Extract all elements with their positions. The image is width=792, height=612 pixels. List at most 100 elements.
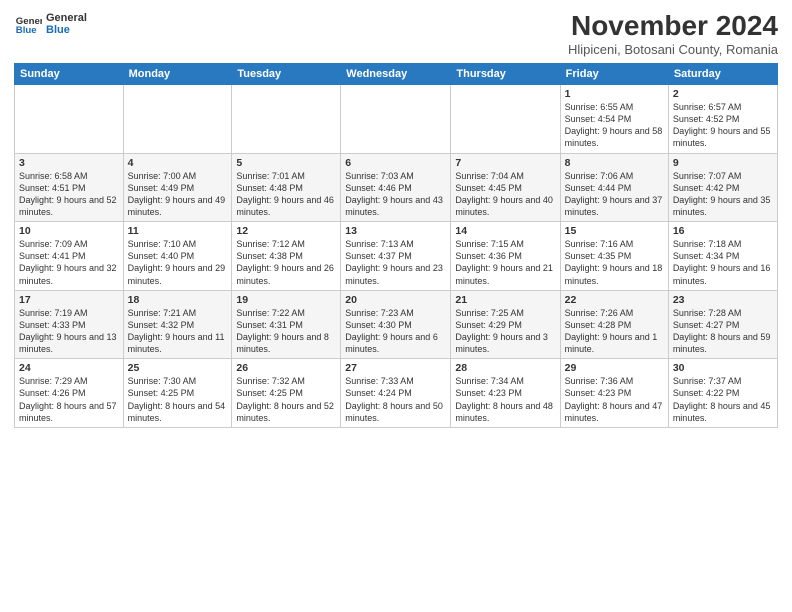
svg-text:Blue: Blue	[16, 25, 37, 36]
table-row: 23Sunrise: 7:28 AM Sunset: 4:27 PM Dayli…	[668, 290, 777, 359]
day-info: Sunrise: 6:58 AM Sunset: 4:51 PM Dayligh…	[19, 170, 119, 219]
day-number: 1	[565, 88, 664, 100]
day-info: Sunrise: 7:29 AM Sunset: 4:26 PM Dayligh…	[19, 375, 119, 424]
day-number: 4	[128, 157, 228, 169]
day-number: 18	[128, 294, 228, 306]
table-row: 7Sunrise: 7:04 AM Sunset: 4:45 PM Daylig…	[451, 153, 560, 222]
day-info: Sunrise: 7:15 AM Sunset: 4:36 PM Dayligh…	[455, 238, 555, 287]
day-number: 8	[565, 157, 664, 169]
table-row: 8Sunrise: 7:06 AM Sunset: 4:44 PM Daylig…	[560, 153, 668, 222]
day-info: Sunrise: 7:18 AM Sunset: 4:34 PM Dayligh…	[673, 238, 773, 287]
day-info: Sunrise: 7:23 AM Sunset: 4:30 PM Dayligh…	[345, 307, 446, 356]
day-info: Sunrise: 7:16 AM Sunset: 4:35 PM Dayligh…	[565, 238, 664, 287]
day-number: 20	[345, 294, 446, 306]
col-monday: Monday	[123, 64, 232, 85]
day-number: 7	[455, 157, 555, 169]
day-info: Sunrise: 7:36 AM Sunset: 4:23 PM Dayligh…	[565, 375, 664, 424]
day-number: 3	[19, 157, 119, 169]
table-row: 26Sunrise: 7:32 AM Sunset: 4:25 PM Dayli…	[232, 359, 341, 428]
day-number: 14	[455, 225, 555, 237]
table-row: 30Sunrise: 7:37 AM Sunset: 4:22 PM Dayli…	[668, 359, 777, 428]
day-info: Sunrise: 7:10 AM Sunset: 4:40 PM Dayligh…	[128, 238, 228, 287]
day-info: Sunrise: 7:04 AM Sunset: 4:45 PM Dayligh…	[455, 170, 555, 219]
day-info: Sunrise: 6:57 AM Sunset: 4:52 PM Dayligh…	[673, 101, 773, 150]
day-number: 2	[673, 88, 773, 100]
col-saturday: Saturday	[668, 64, 777, 85]
day-number: 24	[19, 362, 119, 374]
day-number: 10	[19, 225, 119, 237]
table-row: 5Sunrise: 7:01 AM Sunset: 4:48 PM Daylig…	[232, 153, 341, 222]
day-number: 28	[455, 362, 555, 374]
calendar-week-row: 1Sunrise: 6:55 AM Sunset: 4:54 PM Daylig…	[15, 85, 778, 154]
table-row: 15Sunrise: 7:16 AM Sunset: 4:35 PM Dayli…	[560, 222, 668, 291]
table-row	[15, 85, 124, 154]
table-row: 21Sunrise: 7:25 AM Sunset: 4:29 PM Dayli…	[451, 290, 560, 359]
table-row: 11Sunrise: 7:10 AM Sunset: 4:40 PM Dayli…	[123, 222, 232, 291]
calendar-week-row: 3Sunrise: 6:58 AM Sunset: 4:51 PM Daylig…	[15, 153, 778, 222]
location-subtitle: Hlipiceni, Botosani County, Romania	[568, 42, 778, 57]
logo-icon: General Blue	[14, 10, 42, 38]
table-row	[341, 85, 451, 154]
table-row: 10Sunrise: 7:09 AM Sunset: 4:41 PM Dayli…	[15, 222, 124, 291]
day-number: 16	[673, 225, 773, 237]
day-info: Sunrise: 7:26 AM Sunset: 4:28 PM Dayligh…	[565, 307, 664, 356]
table-row: 25Sunrise: 7:30 AM Sunset: 4:25 PM Dayli…	[123, 359, 232, 428]
calendar-week-row: 24Sunrise: 7:29 AM Sunset: 4:26 PM Dayli…	[15, 359, 778, 428]
day-number: 23	[673, 294, 773, 306]
logo-general-text: General	[46, 12, 87, 24]
col-friday: Friday	[560, 64, 668, 85]
day-number: 26	[236, 362, 336, 374]
table-row: 28Sunrise: 7:34 AM Sunset: 4:23 PM Dayli…	[451, 359, 560, 428]
day-number: 12	[236, 225, 336, 237]
logo-blue-text: Blue	[46, 24, 87, 36]
table-row: 9Sunrise: 7:07 AM Sunset: 4:42 PM Daylig…	[668, 153, 777, 222]
day-info: Sunrise: 7:19 AM Sunset: 4:33 PM Dayligh…	[19, 307, 119, 356]
table-row: 14Sunrise: 7:15 AM Sunset: 4:36 PM Dayli…	[451, 222, 560, 291]
table-row: 3Sunrise: 6:58 AM Sunset: 4:51 PM Daylig…	[15, 153, 124, 222]
day-info: Sunrise: 7:06 AM Sunset: 4:44 PM Dayligh…	[565, 170, 664, 219]
day-info: Sunrise: 7:07 AM Sunset: 4:42 PM Dayligh…	[673, 170, 773, 219]
table-row: 6Sunrise: 7:03 AM Sunset: 4:46 PM Daylig…	[341, 153, 451, 222]
calendar-week-row: 17Sunrise: 7:19 AM Sunset: 4:33 PM Dayli…	[15, 290, 778, 359]
month-title: November 2024	[568, 10, 778, 42]
day-info: Sunrise: 7:22 AM Sunset: 4:31 PM Dayligh…	[236, 307, 336, 356]
day-info: Sunrise: 7:28 AM Sunset: 4:27 PM Dayligh…	[673, 307, 773, 356]
day-info: Sunrise: 7:01 AM Sunset: 4:48 PM Dayligh…	[236, 170, 336, 219]
page-header: General Blue General Blue November 2024 …	[14, 10, 778, 57]
day-info: Sunrise: 7:13 AM Sunset: 4:37 PM Dayligh…	[345, 238, 446, 287]
table-row	[232, 85, 341, 154]
col-wednesday: Wednesday	[341, 64, 451, 85]
day-number: 30	[673, 362, 773, 374]
day-number: 29	[565, 362, 664, 374]
day-info: Sunrise: 7:21 AM Sunset: 4:32 PM Dayligh…	[128, 307, 228, 356]
col-tuesday: Tuesday	[232, 64, 341, 85]
table-row	[451, 85, 560, 154]
day-info: Sunrise: 7:09 AM Sunset: 4:41 PM Dayligh…	[19, 238, 119, 287]
day-number: 6	[345, 157, 446, 169]
table-row: 1Sunrise: 6:55 AM Sunset: 4:54 PM Daylig…	[560, 85, 668, 154]
table-row: 27Sunrise: 7:33 AM Sunset: 4:24 PM Dayli…	[341, 359, 451, 428]
table-row: 12Sunrise: 7:12 AM Sunset: 4:38 PM Dayli…	[232, 222, 341, 291]
day-info: Sunrise: 7:30 AM Sunset: 4:25 PM Dayligh…	[128, 375, 228, 424]
table-row: 22Sunrise: 7:26 AM Sunset: 4:28 PM Dayli…	[560, 290, 668, 359]
table-row	[123, 85, 232, 154]
day-info: Sunrise: 7:12 AM Sunset: 4:38 PM Dayligh…	[236, 238, 336, 287]
table-row: 24Sunrise: 7:29 AM Sunset: 4:26 PM Dayli…	[15, 359, 124, 428]
col-thursday: Thursday	[451, 64, 560, 85]
day-number: 9	[673, 157, 773, 169]
day-number: 25	[128, 362, 228, 374]
day-number: 22	[565, 294, 664, 306]
day-info: Sunrise: 6:55 AM Sunset: 4:54 PM Dayligh…	[565, 101, 664, 150]
table-row: 13Sunrise: 7:13 AM Sunset: 4:37 PM Dayli…	[341, 222, 451, 291]
table-row: 4Sunrise: 7:00 AM Sunset: 4:49 PM Daylig…	[123, 153, 232, 222]
day-number: 27	[345, 362, 446, 374]
day-info: Sunrise: 7:33 AM Sunset: 4:24 PM Dayligh…	[345, 375, 446, 424]
calendar-week-row: 10Sunrise: 7:09 AM Sunset: 4:41 PM Dayli…	[15, 222, 778, 291]
calendar-table: Sunday Monday Tuesday Wednesday Thursday…	[14, 63, 778, 428]
day-number: 11	[128, 225, 228, 237]
day-number: 15	[565, 225, 664, 237]
day-info: Sunrise: 7:32 AM Sunset: 4:25 PM Dayligh…	[236, 375, 336, 424]
table-row: 16Sunrise: 7:18 AM Sunset: 4:34 PM Dayli…	[668, 222, 777, 291]
table-row: 29Sunrise: 7:36 AM Sunset: 4:23 PM Dayli…	[560, 359, 668, 428]
day-number: 17	[19, 294, 119, 306]
